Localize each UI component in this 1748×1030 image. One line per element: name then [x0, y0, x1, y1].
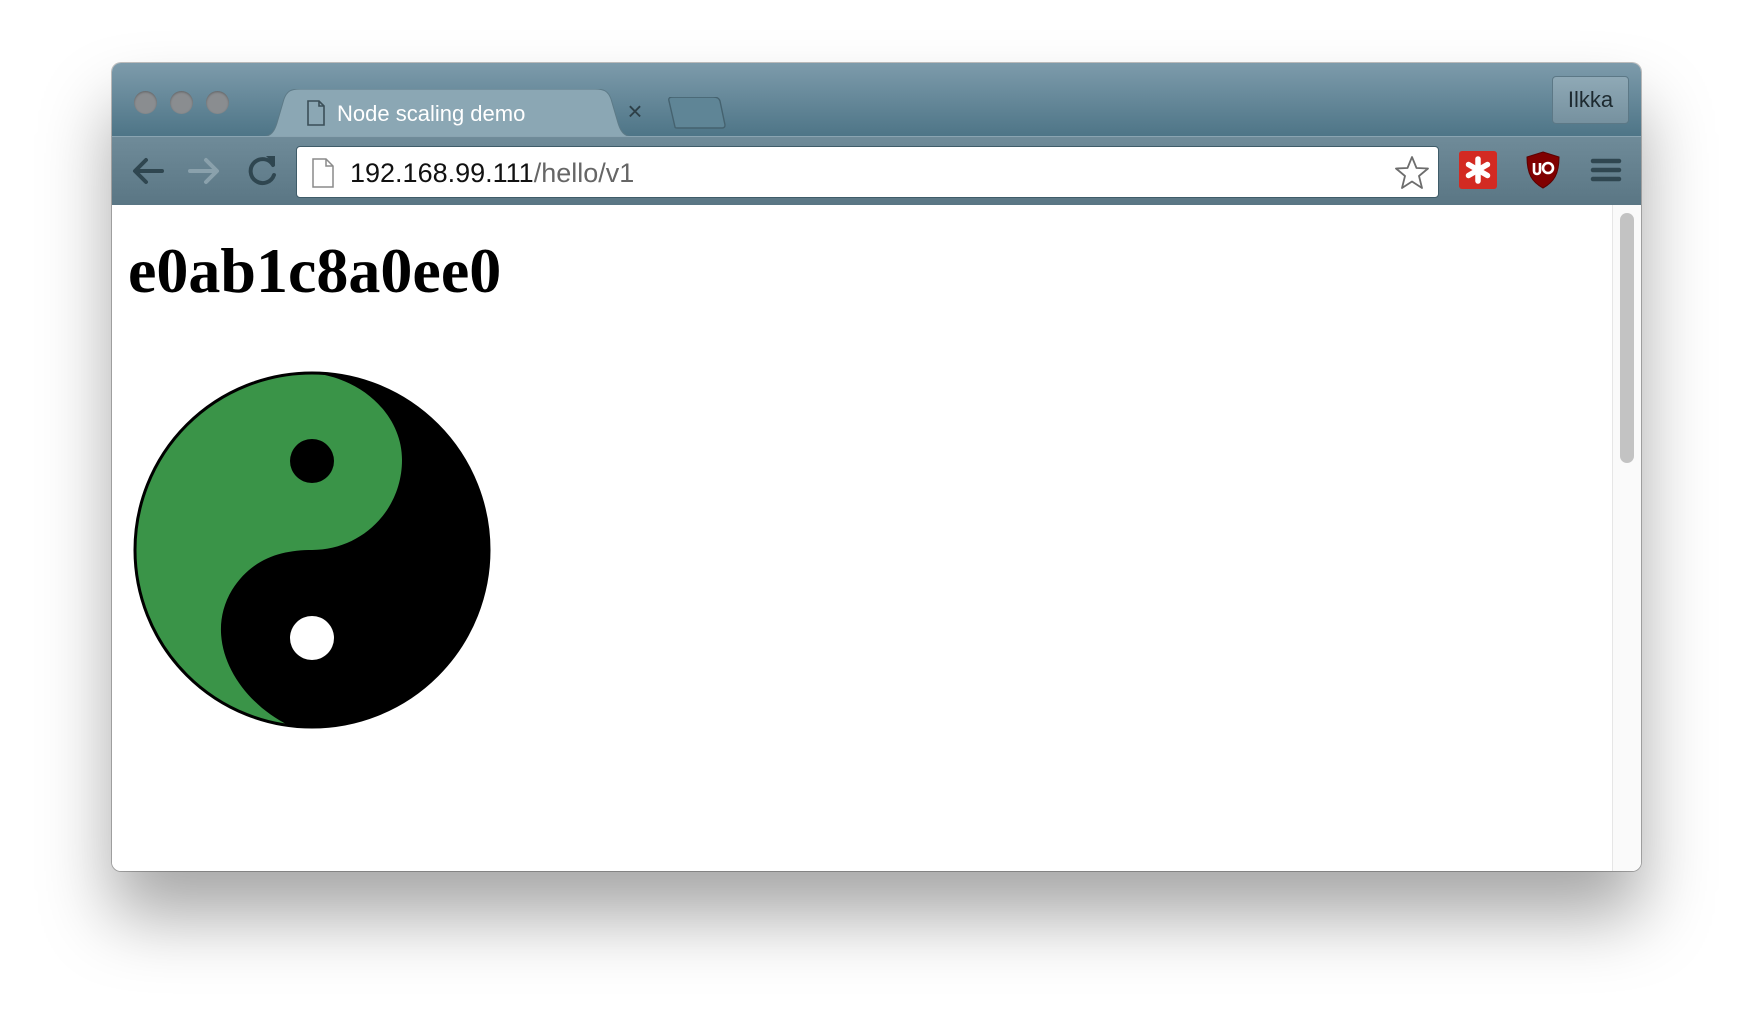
- yin-yang-icon: [132, 370, 492, 735]
- tab-node-scaling-demo[interactable]: Node scaling demo ×: [260, 89, 655, 137]
- title-bar: Node scaling demo × Ilkka: [112, 63, 1641, 137]
- forward-arrow-icon[interactable]: [184, 151, 224, 191]
- page-heading: e0ab1c8a0ee0: [128, 235, 502, 306]
- tab-close-icon[interactable]: ×: [623, 97, 647, 125]
- page-icon: [311, 158, 335, 193]
- url-path: /hello/v1: [533, 158, 635, 188]
- address-bar[interactable]: 192.168.99.111/hello/v1: [296, 146, 1439, 198]
- toolbar: 192.168.99.111/hello/v1: [112, 136, 1641, 205]
- ublock-origin-icon[interactable]: [1523, 150, 1563, 195]
- page-content: e0ab1c8a0ee0: [112, 205, 1641, 871]
- minimize-window-button[interactable]: [170, 91, 193, 114]
- new-tab-button[interactable]: [665, 96, 727, 134]
- url-host: 192.168.99.111: [350, 158, 534, 188]
- reload-icon[interactable]: [242, 151, 282, 191]
- hamburger-menu-icon[interactable]: [1586, 150, 1626, 195]
- profile-button[interactable]: Ilkka: [1552, 76, 1629, 124]
- star-icon[interactable]: [1393, 154, 1431, 197]
- close-window-button[interactable]: [134, 91, 157, 114]
- zoom-window-button[interactable]: [206, 91, 229, 114]
- browser-window: Node scaling demo × Ilkka 192.168.99.111…: [112, 63, 1641, 871]
- url-text: 192.168.99.111/hello/v1: [350, 157, 634, 189]
- lastpass-icon[interactable]: [1458, 150, 1498, 195]
- back-arrow-icon[interactable]: [128, 151, 168, 191]
- scrollbar-thumb[interactable]: [1620, 213, 1634, 463]
- tab-title: Node scaling demo: [337, 101, 526, 126]
- vertical-scrollbar[interactable]: [1612, 205, 1641, 871]
